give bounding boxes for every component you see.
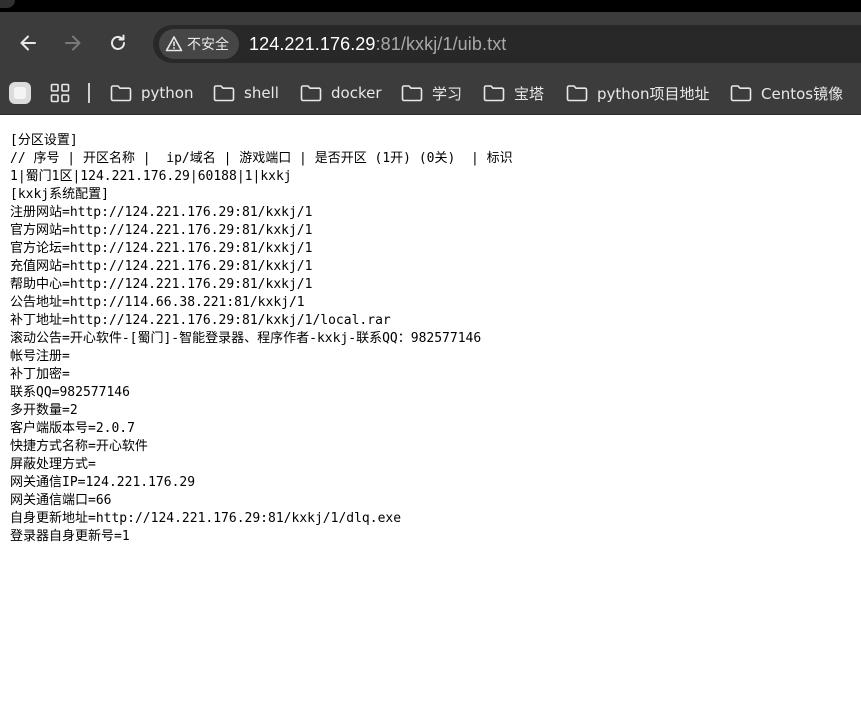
bookmark-label: shell — [244, 84, 279, 102]
text-document: [分区设置] // 序号 | 开区名称 | ip/域名 | 游戏端口 | 是否开… — [0, 115, 861, 546]
apps-grid-icon[interactable] — [50, 83, 70, 103]
bookmark-label: python项目地址 — [597, 84, 710, 103]
folder-icon — [110, 85, 132, 102]
bookmark-folder[interactable]: 宝塔 — [479, 78, 548, 108]
browser-toolbar: 不安全 124.221.176.29:81/kxkj/1/uib.txt — [0, 12, 861, 74]
bookmark-folder[interactable]: python — [106, 78, 197, 108]
bookmark-label: Centos镜像 — [761, 84, 844, 103]
document-line: 官方论坛=http://124.221.176.29:81/kxkj/1 — [10, 241, 313, 256]
document-line: 客户端版本号=2.0.7 — [10, 421, 135, 436]
reload-icon — [111, 34, 125, 50]
bookmark-label: docker — [331, 84, 382, 102]
document-line: 多开数量=2 — [10, 403, 78, 418]
document-line: [分区设置] — [10, 133, 78, 148]
document-line: 1|蜀门1区|124.221.176.29|60188|1|kxkj — [10, 169, 292, 184]
document-line: 帮助中心=http://124.221.176.29:81/kxkj/1 — [10, 277, 313, 292]
document-line: 补丁地址=http://124.221.176.29:81/kxkj/1/loc… — [10, 313, 391, 328]
url-path: :81/kxkj/1/uib.txt — [375, 33, 507, 54]
document-line: 帐号注册= — [10, 349, 70, 364]
document-line: 充值网站=http://124.221.176.29:81/kxkj/1 — [10, 259, 313, 274]
folder-icon — [730, 85, 752, 102]
folder-icon — [213, 85, 235, 102]
url-host: 124.221.176.29 — [249, 33, 376, 54]
document-line: [kxkj系统配置] — [10, 187, 109, 202]
document-line: 快捷方式名称=开心软件 — [10, 439, 148, 454]
forward-arrow-icon — [65, 35, 81, 51]
bookmarks-divider — [88, 83, 90, 103]
bookmark-label: python — [141, 84, 194, 102]
document-line: // 序号 | 开区名称 | ip/域名 | 游戏端口 | 是否开区 (1开) … — [10, 151, 513, 166]
url-text[interactable]: 124.221.176.29:81/kxkj/1/uib.txt — [249, 34, 506, 55]
document-line: 屏蔽处理方式= — [10, 457, 96, 472]
browser-window: 不安全 124.221.176.29:81/kxkj/1/uib.txt pyt… — [0, 0, 861, 546]
folder-icon — [566, 85, 588, 102]
bookmark-folder[interactable]: docker — [296, 78, 386, 108]
bookmark-label: 学习 — [432, 84, 463, 103]
folder-icon — [483, 85, 505, 102]
security-label: 不安全 — [187, 37, 229, 53]
site-security-chip[interactable]: 不安全 — [159, 29, 239, 59]
document-line: 联系QQ=982577146 — [10, 385, 130, 400]
tab-search-icon[interactable] — [9, 82, 31, 104]
reload-button[interactable] — [102, 27, 134, 59]
document-line: 补丁加密= — [10, 367, 70, 382]
bookmark-folder[interactable]: 学习 — [397, 78, 466, 108]
document-line: 登录器自身更新号=1 — [10, 529, 130, 544]
back-button[interactable] — [12, 27, 44, 59]
document-line: 自身更新地址=http://124.221.176.29:81/kxkj/1/d… — [10, 511, 402, 526]
bookmark-folder[interactable]: Centos镜像 — [726, 78, 847, 108]
document-line: 注册网站=http://124.221.176.29:81/kxkj/1 — [10, 205, 313, 220]
tab-fragment[interactable] — [0, 0, 15, 8]
document-line: 滚动公告=开心软件-[蜀门]-智能登录器、程序作者-kxkj-联系QQ：9825… — [10, 331, 482, 346]
document-line: 公告地址=http://114.66.38.221:81/kxkj/1 — [10, 295, 305, 310]
document-line: 网关通信IP=124.221.176.29 — [10, 475, 196, 490]
document-line: 网关通信端口=66 — [10, 493, 112, 508]
folder-icon — [300, 85, 322, 102]
tab-strip — [0, 0, 861, 12]
document-line: 官方网站=http://124.221.176.29:81/kxkj/1 — [10, 223, 313, 238]
bookmark-folder[interactable]: shell — [209, 78, 283, 108]
warning-triangle-icon — [165, 36, 183, 52]
back-arrow-icon — [20, 35, 36, 51]
address-bar[interactable]: 不安全 124.221.176.29:81/kxkj/1/uib.txt — [153, 25, 861, 63]
bookmark-folder[interactable]: python项目地址 — [562, 78, 713, 108]
folder-icon — [401, 85, 423, 102]
bookmarks-bar: python shell docker 学习 宝塔 python项目地址 Cen… — [0, 74, 861, 115]
bookmark-label: 宝塔 — [514, 84, 545, 103]
forward-button[interactable] — [57, 27, 89, 59]
